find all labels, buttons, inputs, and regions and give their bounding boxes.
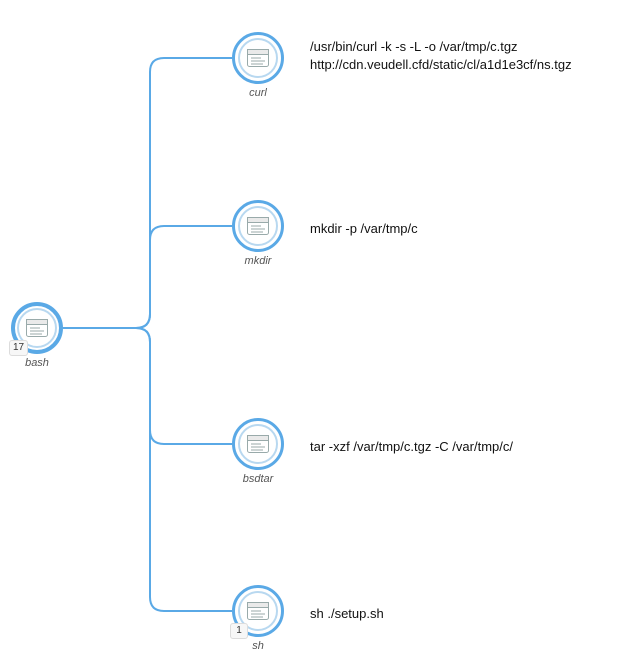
process-node-curl[interactable]: curl	[232, 32, 284, 84]
process-node-bash[interactable]: 17 bash	[11, 302, 63, 354]
command-text: sh ./setup.sh	[310, 605, 384, 623]
command-text: tar -xzf /var/tmp/c.tgz -C /var/tmp/c/	[310, 438, 513, 456]
command-text: mkdir -p /var/tmp/c	[310, 220, 418, 238]
node-label: bsdtar	[243, 473, 274, 485]
node-badge: 1	[230, 623, 248, 639]
window-icon	[247, 217, 269, 235]
node-label: sh	[252, 640, 264, 652]
connector-lines	[0, 0, 624, 670]
node-label: mkdir	[245, 255, 272, 267]
node-badge: 17	[9, 340, 28, 356]
window-icon	[247, 435, 269, 453]
node-label: bash	[25, 357, 49, 369]
process-node-mkdir[interactable]: mkdir	[232, 200, 284, 252]
window-icon	[26, 319, 48, 337]
window-icon	[247, 602, 269, 620]
node-label: curl	[249, 87, 267, 99]
command-text: /usr/bin/curl -k -s -L -o /var/tmp/c.tgz…	[310, 38, 572, 73]
window-icon	[247, 49, 269, 67]
process-node-sh[interactable]: 1 sh	[232, 585, 284, 637]
process-node-bsdtar[interactable]: bsdtar	[232, 418, 284, 470]
